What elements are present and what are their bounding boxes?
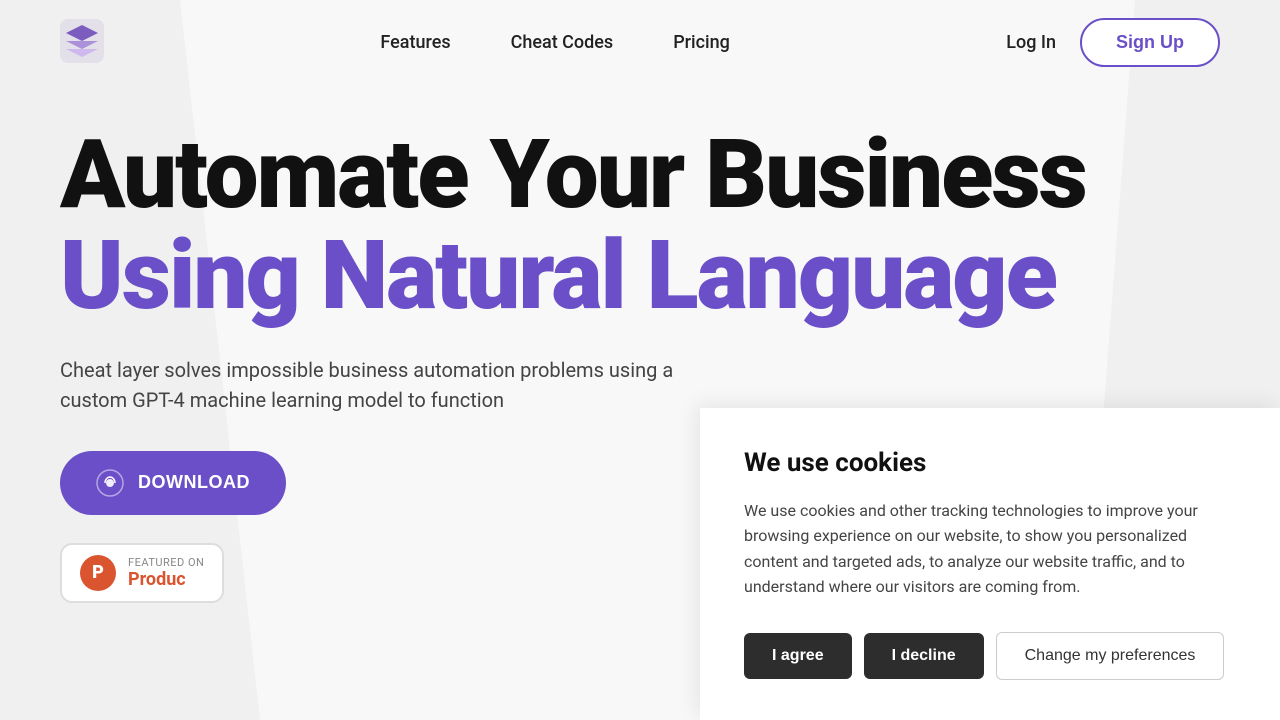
hero-subtitle: Cheat layer solves impossible business a… bbox=[60, 355, 720, 415]
cookie-agree-button[interactable]: I agree bbox=[744, 633, 852, 679]
product-hunt-text: FEATURED ON Produc bbox=[128, 556, 204, 590]
ph-featured-label: FEATURED ON bbox=[128, 556, 204, 569]
product-hunt-badge[interactable]: P FEATURED ON Produc bbox=[60, 543, 224, 603]
cookie-title: We use cookies bbox=[744, 448, 1236, 478]
login-link[interactable]: Log In bbox=[1006, 32, 1056, 53]
nav-features[interactable]: Features bbox=[380, 32, 450, 53]
download-label: DOWNLOAD bbox=[138, 472, 250, 493]
cookie-decline-button[interactable]: I decline bbox=[864, 633, 984, 679]
nav-cheat-codes[interactable]: Cheat Codes bbox=[511, 32, 614, 53]
navbar-left bbox=[60, 19, 104, 67]
hero-title-line1: Automate Your Business bbox=[60, 125, 1220, 226]
logo[interactable] bbox=[60, 19, 104, 67]
cookie-consent-panel: We use cookies We use cookies and other … bbox=[700, 408, 1280, 720]
navbar-center: Features Cheat Codes Pricing bbox=[104, 32, 1006, 53]
navbar: Features Cheat Codes Pricing Log In Sign… bbox=[0, 0, 1280, 85]
hero-title-line2: Using Natural Language bbox=[60, 226, 1220, 327]
download-icon bbox=[96, 469, 124, 497]
nav-pricing[interactable]: Pricing bbox=[673, 32, 730, 53]
product-hunt-logo: P bbox=[80, 555, 116, 591]
cookie-buttons: I agree I decline Change my preferences bbox=[744, 632, 1236, 680]
ph-name: Produc bbox=[128, 569, 204, 590]
navbar-right: Log In Sign Up bbox=[1006, 18, 1220, 67]
cookie-body: We use cookies and other tracking techno… bbox=[744, 498, 1236, 600]
cookie-preferences-button[interactable]: Change my preferences bbox=[996, 632, 1225, 680]
signup-button[interactable]: Sign Up bbox=[1080, 18, 1220, 67]
download-button[interactable]: DOWNLOAD bbox=[60, 451, 286, 515]
